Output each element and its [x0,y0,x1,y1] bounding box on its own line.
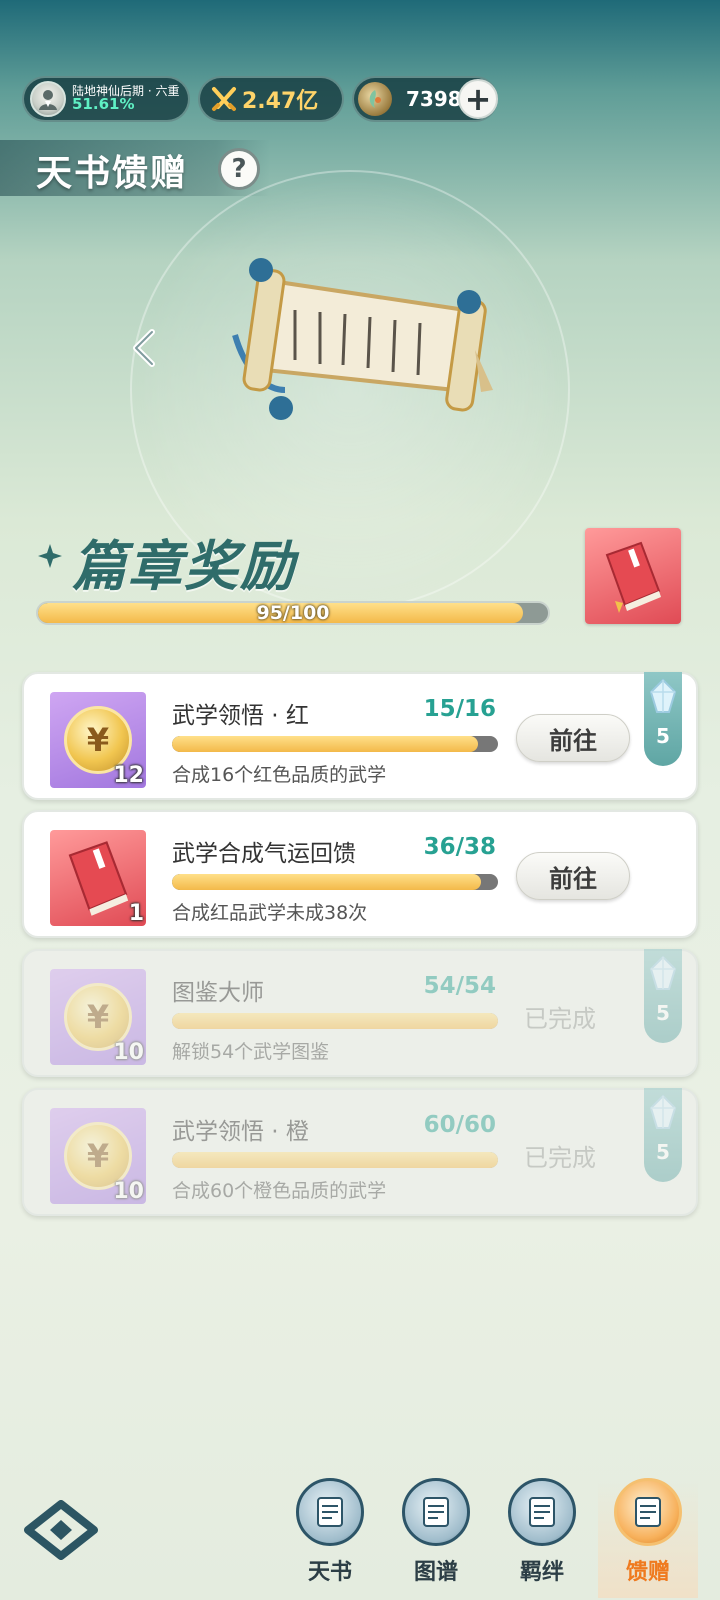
nav-tab-atlas[interactable]: 图谱 [386,1478,486,1598]
gem-reward-tag: 5 [644,949,682,1043]
realm-progress: 51.61% [72,95,135,114]
crystal-icon [649,1094,677,1129]
menu-logo-icon[interactable] [24,1500,98,1560]
gem-reward-count: 5 [656,1140,670,1164]
reward-item[interactable]: ¥ 10 [50,1108,146,1204]
atlas-icon [402,1478,470,1546]
reward-item[interactable]: ¥ 10 [50,969,146,1065]
four-point-star-icon [38,544,62,568]
task-name: 武学领悟 · 红 [172,703,309,729]
chapter-reward-title: 篇章奖励 [72,535,296,598]
completed-label: 已完成 [524,1144,596,1172]
task-count: 60/60 [423,1112,496,1138]
task-name: 武学领悟 · 橙 [172,1119,309,1145]
realm-pill[interactable]: 陆地神仙后期 · 六重 51.61% [22,76,190,122]
task-progress-fill [172,1013,498,1029]
currency-pill: 7398 + [352,76,498,122]
task-card: ¥ 10 武学领悟 · 橙 60/60 合成60个橙色品质的武学 已完成 5 [22,1088,698,1216]
combat-power-pill[interactable]: 2.47亿 [198,76,344,122]
status-bar: 陆地神仙后期 · 六重 51.61% 2.47亿 7398 + [22,76,720,122]
gift-bag-icon [614,1478,682,1546]
task-card: 1 武学合成气运回馈 36/38 合成红品武学未成38次 前往 [22,810,698,938]
page-title: 天书馈赠 [36,153,189,194]
nav-label: 羁绊 [519,1560,564,1585]
help-button[interactable]: ? [218,148,260,190]
reward-item-count: 10 [113,1040,144,1065]
crystal-icon [649,678,677,713]
task-description: 合成红品武学未成38次 [172,902,368,924]
crystal-icon [649,955,677,990]
task-description: 合成16个红色品质的武学 [172,764,387,786]
task-description: 合成60个橙色品质的武学 [172,1180,387,1202]
red-book-icon [68,841,129,916]
task-progress-bar [172,874,498,890]
book-icon [296,1478,364,1546]
red-book-icon [605,541,661,613]
character-icon [39,90,57,110]
nav-tab-handshake[interactable]: 羁绊 [492,1478,592,1598]
task-progress-fill [172,1152,498,1168]
crossed-swords-icon [212,87,236,111]
heavenly-scroll-icon [232,258,493,420]
jade-coin-icon [358,82,392,116]
reward-item-count: 12 [113,763,144,788]
task-count: 36/38 [423,834,496,860]
task-count: 54/54 [423,973,496,999]
task-progress-bar [172,1013,498,1029]
task-progress-bar [172,736,498,752]
nav-label: 天书 [307,1560,352,1585]
gem-reward-tag: 5 [644,1088,682,1182]
chevron-left-icon[interactable] [128,328,162,368]
chapter-progress-text: 95/100 [256,602,330,624]
reward-item-count: 1 [128,901,144,926]
task-description: 解锁54个武学图鉴 [172,1041,330,1063]
bottom-nav: 天书 图谱 羁绊 馈赠 [0,1470,720,1600]
task-count: 15/16 [423,696,496,722]
add-currency-button[interactable]: + [458,79,498,119]
task-progress-bar [172,1152,498,1168]
completed-label: 已完成 [524,1005,596,1033]
gem-reward-count: 5 [656,724,670,748]
task-card: ¥ 10 图鉴大师 54/54 解锁54个武学图鉴 已完成 5 [22,949,698,1077]
reward-item-count: 10 [113,1179,144,1204]
avatar [30,81,66,117]
task-progress-fill [172,736,478,752]
task-progress-fill [172,874,481,890]
gem-reward-count: 5 [656,1001,670,1025]
combat-power-value: 2.47亿 [242,89,319,114]
reward-item[interactable]: ¥ 12 [50,692,146,788]
nav-tab-book[interactable]: 天书 [280,1478,380,1598]
chapter-reward-item[interactable] [585,528,681,624]
go-button[interactable]: 前往 [516,852,630,900]
nav-label: 图谱 [413,1560,458,1585]
currency-value: 7398 [406,87,462,111]
nav-tab-gift-bag[interactable]: 馈赠 [598,1478,698,1598]
task-card: ¥ 12 武学领悟 · 红 15/16 合成16个红色品质的武学 前往 5 [22,672,698,800]
task-name: 武学合成气运回馈 [172,841,356,867]
gem-reward-tag: 5 [644,672,682,766]
reward-item[interactable]: 1 [50,830,146,926]
nav-label: 馈赠 [625,1560,670,1585]
task-name: 图鉴大师 [172,980,264,1006]
handshake-icon [508,1478,576,1546]
go-button[interactable]: 前往 [516,714,630,762]
